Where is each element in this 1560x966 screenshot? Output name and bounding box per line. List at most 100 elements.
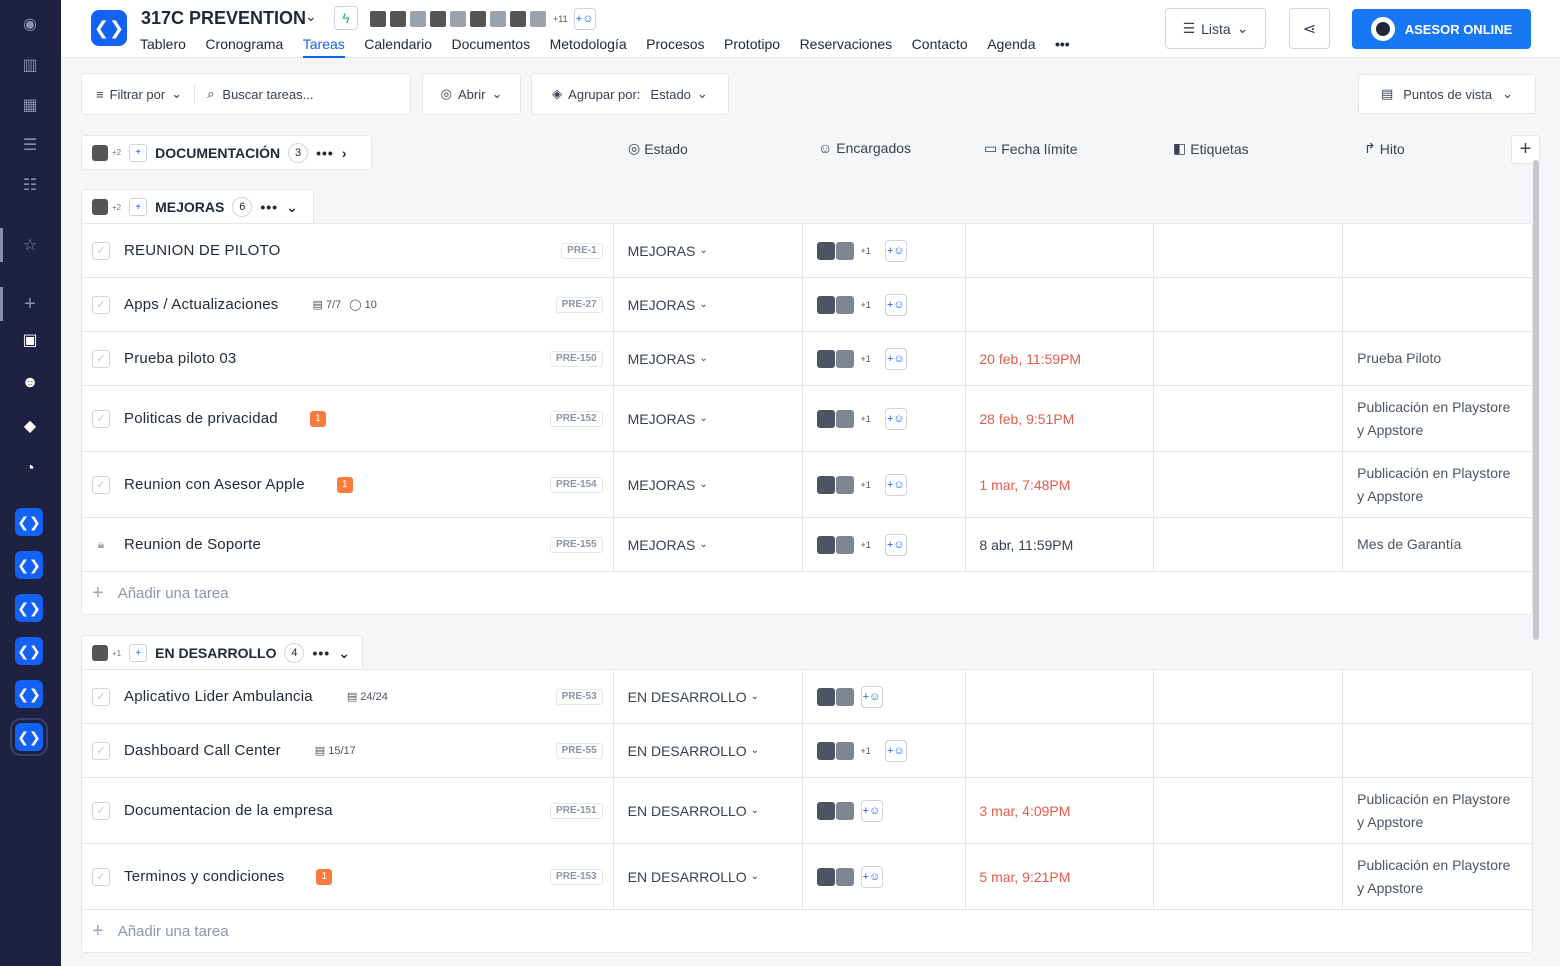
assignees-cell[interactable]: +1 +☺ [803, 386, 967, 451]
tags-cell[interactable] [1154, 778, 1344, 843]
task-name[interactable]: Terminos y condiciones [124, 868, 284, 885]
tab-reservaciones[interactable]: Reservaciones [800, 36, 893, 58]
due-date-cell[interactable]: 20 feb, 11:59PM [966, 332, 1155, 385]
tags-cell[interactable] [1154, 452, 1344, 517]
due-date-cell[interactable]: 3 mar, 4:09PM [966, 778, 1155, 843]
task-cell[interactable]: ✓ Dashboard Call Center ▤ 15/17 PRE-55 [82, 724, 614, 777]
assignees-cell[interactable]: +☺ [803, 670, 967, 723]
due-date-cell[interactable] [966, 724, 1155, 777]
column-encargados[interactable]: ☺ Encargados [818, 140, 911, 156]
status-select[interactable]: EN DESARROLLO ⌄ [614, 844, 803, 909]
tab-agenda[interactable]: Agenda [987, 36, 1035, 58]
task-checkbox[interactable]: ✓ [92, 867, 110, 886]
checklist-icon[interactable]: ☷ [16, 171, 44, 199]
add-assignee-icon[interactable]: +☺ [884, 739, 907, 762]
status-select[interactable]: MEJORAS ⌄ [614, 224, 803, 277]
add-assignee-icon[interactable]: +☺ [860, 799, 883, 822]
milestone-cell[interactable] [1343, 224, 1532, 277]
task-checkbox[interactable]: ✓ [92, 295, 110, 314]
tags-cell[interactable] [1154, 278, 1344, 331]
views-button[interactable]: ▤ Puntos de vista ⌄ [1358, 74, 1536, 114]
status-select[interactable]: MEJORAS ⌄ [614, 332, 803, 385]
table-row[interactable]: ✓ Apps / Actualizaciones ▤ 7/7 ◯ 10 PRE-27 ME… [82, 278, 1532, 332]
add-member-icon[interactable]: +☺ [573, 8, 596, 30]
status-select[interactable]: EN DESARROLLO ⌄ [614, 670, 803, 723]
add-assignee-icon[interactable]: +☺ [860, 865, 883, 888]
refresh-icon[interactable]: ◔ [16, 455, 44, 483]
task-cell[interactable]: 🔒︎ Reunion de Soporte PRE-155 [82, 518, 614, 571]
git-icon[interactable]: ◆ [16, 412, 44, 440]
add-member-icon[interactable]: + [129, 644, 148, 662]
add-task-button[interactable]: + Añadir una tarea [82, 572, 1532, 614]
scrollbar[interactable] [1533, 160, 1539, 640]
column-hito[interactable]: ↱ Hito [1364, 140, 1405, 157]
open-filter-button[interactable]: ◎ Abrir ⌄ [422, 73, 521, 115]
share-button[interactable]: ⋖ [1289, 8, 1330, 49]
milestone-cell[interactable]: Publicación en Playstore y Appstore [1343, 778, 1532, 843]
tab-tareas[interactable]: Tareas [302, 36, 345, 58]
table-row[interactable]: ✓ Dashboard Call Center ▤ 15/17 PRE-55 EN DE… [82, 724, 1532, 778]
table-row[interactable]: ✓ Politicas de privacidad 1 PRE-152 MEJORAS ⌄… [82, 386, 1532, 452]
add-member-icon[interactable]: + [129, 143, 148, 162]
more-tabs-button[interactable]: ••• [1055, 36, 1070, 58]
group-header[interactable]: +1 + EN DESARROLLO 4 ••• ⌄ [81, 635, 363, 670]
table-row[interactable]: ✓ Terminos y condiciones 1 PRE-153 EN DESARR… [82, 844, 1532, 910]
add-assignee-icon[interactable]: +☺ [884, 293, 907, 316]
assignees-cell[interactable]: +1 +☺ [803, 452, 967, 517]
team-icon[interactable]: ☻ [16, 369, 44, 397]
members-list[interactable]: +11 +☺ [369, 8, 596, 30]
app-icon[interactable]: ❮❯ [15, 637, 43, 665]
add-task-button[interactable]: + Añadir una tarea [82, 910, 1532, 952]
list-icon[interactable]: ☰ [16, 131, 44, 159]
more-icon[interactable]: ••• [312, 645, 330, 661]
task-checkbox[interactable]: ✓ [92, 741, 110, 760]
assignees-cell[interactable]: +☺ [803, 778, 967, 843]
more-icon[interactable]: ••• [316, 145, 334, 161]
table-row[interactable]: ✓ Prueba piloto 03 PRE-150 MEJORAS ⌄ +1 +☺ 20 f… [82, 332, 1532, 386]
task-cell[interactable]: ✓ Terminos y condiciones 1 PRE-153 [82, 844, 614, 909]
add-assignee-icon[interactable]: +☺ [860, 685, 883, 708]
add-assignee-icon[interactable]: +☺ [884, 407, 907, 430]
chevron-down-icon[interactable]: ⌄ [305, 8, 317, 25]
due-date-cell[interactable] [966, 670, 1155, 723]
status-select[interactable]: MEJORAS ⌄ [614, 452, 803, 517]
milestone-cell[interactable] [1343, 670, 1532, 723]
table-row[interactable]: ✓ Aplicativo Lider Ambulancia ▤ 24/24 PRE-5… [82, 670, 1532, 724]
asesor-online-button[interactable]: ASESOR ONLINE [1352, 9, 1531, 49]
compass-icon[interactable]: ◉ [16, 10, 44, 38]
group-header[interactable]: +2 + MEJORAS 6 ••• ⌄ [81, 189, 314, 224]
tags-cell[interactable] [1154, 724, 1344, 777]
tab-cronograma[interactable]: Cronograma [205, 36, 283, 58]
task-checkbox[interactable]: ✓ [92, 241, 110, 260]
task-cell[interactable]: ✓ Aplicativo Lider Ambulancia ▤ 24/24 PRE-5… [82, 670, 614, 723]
app-icon[interactable]: ❮❯ [10, 718, 48, 756]
status-select[interactable]: EN DESARROLLO ⌄ [614, 724, 803, 777]
tab-tablero[interactable]: Tablero [140, 36, 186, 58]
task-name[interactable]: Documentacion de la empresa [124, 802, 333, 819]
assignees-cell[interactable]: +1 +☺ [803, 724, 967, 777]
chart-icon[interactable]: ▥ [16, 51, 44, 79]
filter-icon[interactable]: ≡ [96, 87, 104, 102]
milestone-cell[interactable] [1343, 724, 1532, 777]
tab-contacto[interactable]: Contacto [912, 36, 968, 58]
assignees-cell[interactable]: +1 +☺ [803, 278, 967, 331]
assignees-cell[interactable]: +1 +☺ [803, 224, 967, 277]
table-row[interactable]: ✓ Reunion con Asesor Apple 1 PRE-154 MEJORAS… [82, 452, 1532, 518]
due-date-cell[interactable]: 5 mar, 9:21PM [966, 844, 1155, 909]
task-checkbox[interactable]: ✓ [92, 349, 110, 368]
assignees-cell[interactable]: +1 +☺ [803, 332, 967, 385]
tab-prototipo[interactable]: Prototipo [724, 36, 780, 58]
lock-icon[interactable]: 🔒︎ [92, 536, 110, 554]
add-assignee-icon[interactable]: +☺ [884, 533, 907, 556]
task-checkbox[interactable]: ✓ [92, 687, 110, 706]
milestone-cell[interactable]: Mes de Garantía [1343, 518, 1532, 571]
column-estado[interactable]: ◎ Estado [628, 140, 688, 157]
chevron-down-icon[interactable]: ⌄ [338, 645, 350, 662]
task-cell[interactable]: ✓ REUNION DE PILOTO PRE-1 [82, 224, 614, 277]
add-member-icon[interactable]: + [129, 198, 148, 216]
tags-cell[interactable] [1154, 332, 1344, 385]
task-name[interactable]: Dashboard Call Center [124, 742, 281, 759]
task-cell[interactable]: ✓ Politicas de privacidad 1 PRE-152 [82, 386, 614, 451]
app-icon[interactable]: ❮❯ [15, 680, 43, 708]
add-assignee-icon[interactable]: +☺ [884, 347, 907, 370]
